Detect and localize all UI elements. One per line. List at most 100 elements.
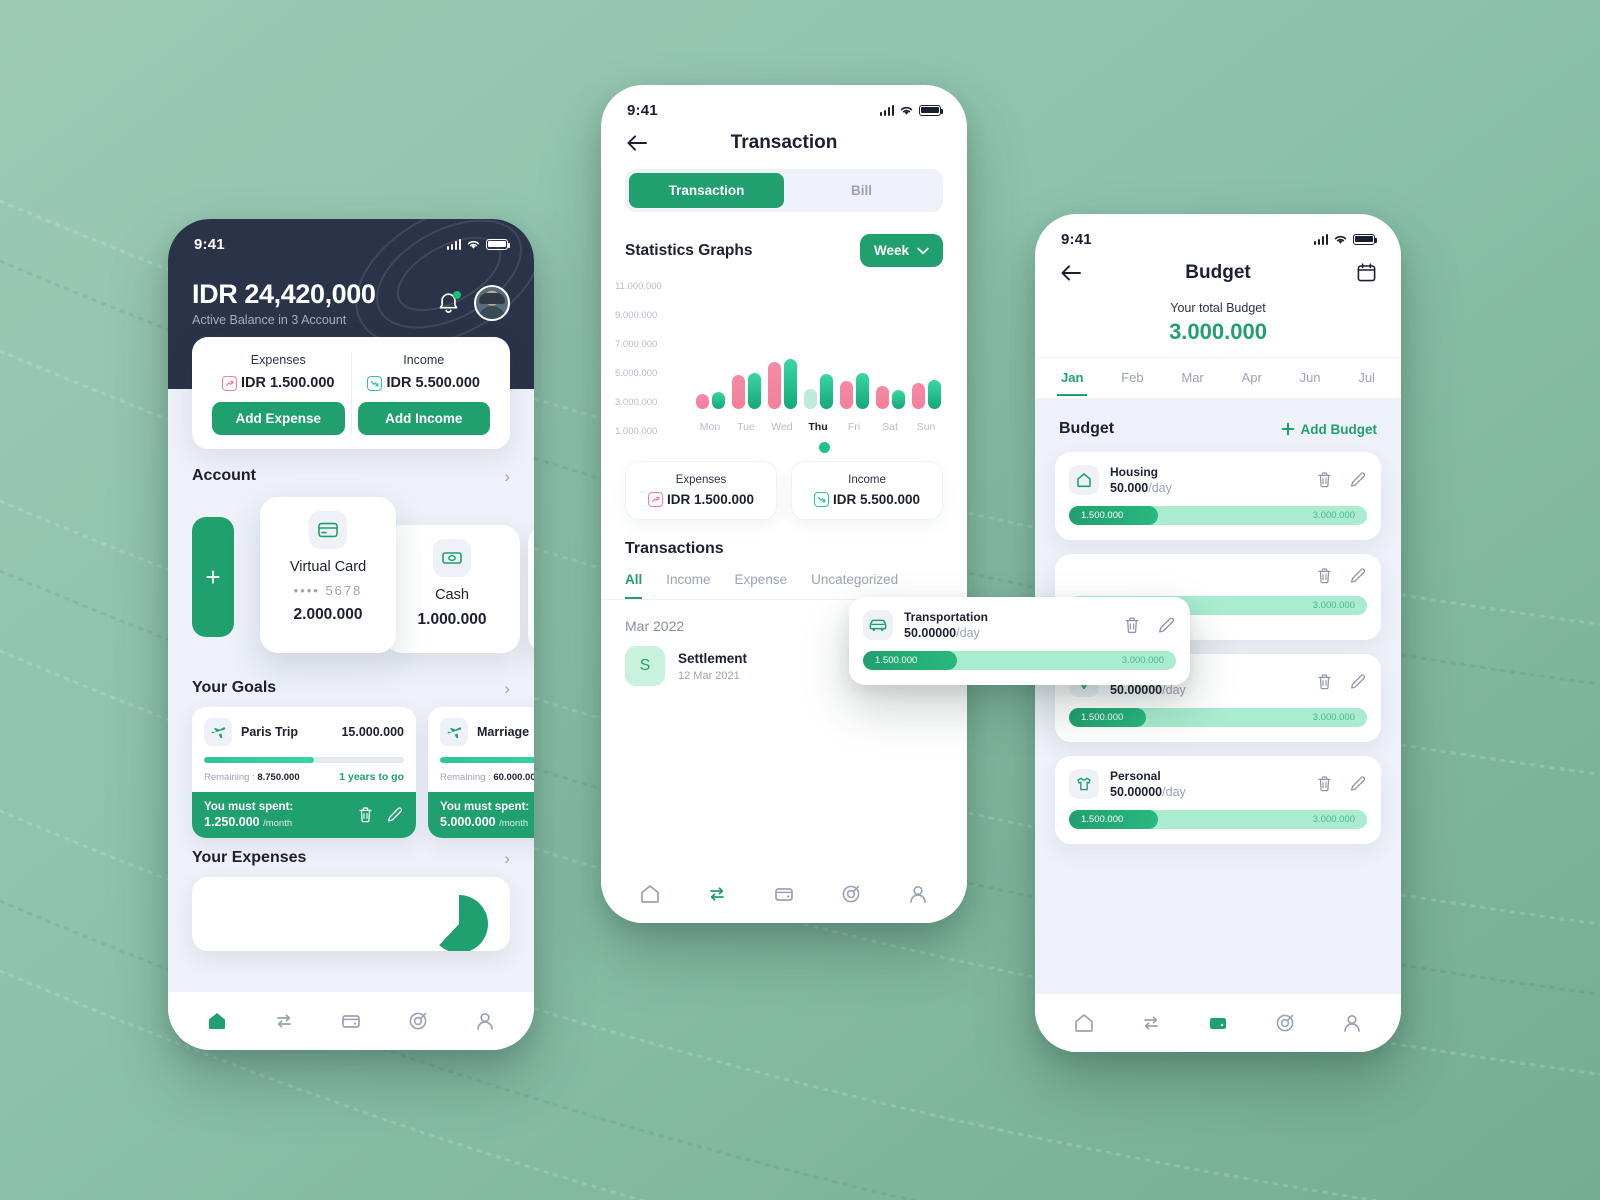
chart-x-label: Wed xyxy=(771,421,793,433)
delete-icon[interactable] xyxy=(1316,673,1333,691)
tab-uncategorized[interactable]: Uncategorized xyxy=(811,572,898,599)
budget-item-personal[interactable]: Personal 50.00000/day 1.500.000 3.000.00… xyxy=(1055,756,1381,844)
add-budget-label: Add Budget xyxy=(1300,421,1378,437)
chart-x-label: Tue xyxy=(737,421,755,433)
range-selector[interactable]: Week xyxy=(859,234,943,267)
edit-icon[interactable] xyxy=(1349,471,1367,489)
nav-wallet-icon[interactable] xyxy=(1207,1012,1229,1034)
delete-icon[interactable] xyxy=(1316,471,1333,489)
nav-transfer-icon[interactable] xyxy=(1140,1012,1162,1034)
goal-name: Paris Trip xyxy=(241,725,298,739)
trend-down-icon xyxy=(367,375,383,391)
trend-up-icon xyxy=(221,375,237,391)
chevron-right-icon[interactable]: › xyxy=(504,468,510,485)
nav-home-icon[interactable] xyxy=(639,883,661,905)
account-card-wallet[interactable]: W xyxy=(528,525,534,653)
month-tab-mar[interactable]: Mar xyxy=(1177,358,1207,396)
chart-bar-expenses xyxy=(839,380,853,409)
nav-home-icon[interactable] xyxy=(206,1010,228,1032)
nav-wallet-icon[interactable] xyxy=(773,883,795,905)
chart-bar-expenses xyxy=(731,375,745,409)
tab-all[interactable]: All xyxy=(625,572,643,599)
y-tick: 5.000.000 xyxy=(615,368,658,379)
nav-wallet-icon[interactable] xyxy=(340,1010,362,1032)
notification-button[interactable] xyxy=(437,290,461,316)
nav-home-icon[interactable] xyxy=(1073,1012,1095,1034)
chevron-right-icon[interactable]: › xyxy=(504,680,510,697)
nav-profile-icon[interactable] xyxy=(1341,1012,1363,1034)
budget-progress-bar: 1.500.000 3.000.000 xyxy=(863,651,1176,670)
delete-icon[interactable] xyxy=(1123,616,1141,635)
month-tab-jul[interactable]: Jul xyxy=(1354,358,1379,396)
floating-budget-item-transportation[interactable]: Transportation 50.00000/day 1.500.000 3.… xyxy=(849,597,1190,685)
delete-icon[interactable] xyxy=(357,806,374,824)
nav-transfer-icon[interactable] xyxy=(706,883,728,905)
airplane-icon xyxy=(204,718,232,746)
avatar[interactable] xyxy=(474,285,510,321)
goal-progress-bar xyxy=(440,757,534,763)
nav-target-icon[interactable] xyxy=(407,1010,429,1032)
nav-profile-icon[interactable] xyxy=(907,883,929,905)
chart-bar-group xyxy=(909,379,943,409)
budget-per-day: 50.00000/day xyxy=(1110,683,1186,697)
back-button[interactable] xyxy=(625,133,649,153)
nav-profile-icon[interactable] xyxy=(474,1010,496,1032)
budget-name: Transportation xyxy=(904,610,989,624)
account-card-cash[interactable]: Cash 1.000.000 xyxy=(384,525,520,653)
budget-header: Budget xyxy=(1035,254,1401,295)
nav-transfer-icon[interactable] xyxy=(273,1010,295,1032)
add-income-button[interactable]: Add Income xyxy=(357,402,490,435)
tab-transaction[interactable]: Transaction xyxy=(629,173,784,208)
goal-progress-bar xyxy=(204,757,404,763)
goal-name: Marriage xyxy=(477,725,530,739)
edit-icon[interactable] xyxy=(386,806,404,824)
chart-bar-group xyxy=(693,392,727,409)
account-mask: •••• 5678 xyxy=(293,583,363,598)
edit-icon[interactable] xyxy=(1349,673,1367,691)
edit-icon[interactable] xyxy=(1157,616,1176,635)
budget-spent: 1.500.000 xyxy=(1081,510,1124,521)
income-amount: IDR 5.500.000 xyxy=(832,492,921,507)
budget-item-housing[interactable]: Housing 50.000/day 1.500.000 3.000.000 xyxy=(1055,452,1381,540)
account-name: Virtual Card xyxy=(289,559,367,575)
expenses-chart-card[interactable] xyxy=(192,877,510,951)
goals-section-title: Your Goals xyxy=(192,679,277,696)
transaction-header: Transaction xyxy=(601,125,967,165)
tab-bill[interactable]: Bill xyxy=(784,173,939,208)
tab-income[interactable]: Income xyxy=(666,572,710,599)
delete-icon[interactable] xyxy=(1316,567,1333,585)
goal-must-label: You must spent: xyxy=(440,801,530,813)
account-card-virtual-card[interactable]: Virtual Card •••• 5678 2.000.000 xyxy=(260,497,396,653)
chart-x-label: Fri xyxy=(847,421,861,433)
statistics-chart: 11.000.000 9.000.000 7.000.000 5.000.000… xyxy=(615,277,953,455)
nav-target-icon[interactable] xyxy=(1274,1012,1296,1034)
edit-icon[interactable] xyxy=(1349,567,1367,585)
tab-expense[interactable]: Expense xyxy=(735,572,788,599)
income-summary: Income IDR 5.500.000 Add Income xyxy=(350,353,497,435)
chart-bar-income xyxy=(855,373,869,409)
back-button[interactable] xyxy=(1059,263,1083,283)
edit-icon[interactable] xyxy=(1349,775,1367,793)
month-tab-jun[interactable]: Jun xyxy=(1296,358,1325,396)
budget-cap: 3.000.000 xyxy=(1312,712,1355,723)
calendar-icon[interactable] xyxy=(1356,262,1377,283)
month-tab-jan[interactable]: Jan xyxy=(1057,358,1088,396)
chart-bar-group xyxy=(765,358,799,409)
month-tab-feb[interactable]: Feb xyxy=(1117,358,1147,396)
goal-card[interactable]: Marriage Remaining : 60.000.000 1 ye You… xyxy=(428,707,534,838)
account-amount: 2.000.000 xyxy=(293,606,363,623)
y-tick: 1.000.000 xyxy=(615,426,658,437)
month-tab-apr[interactable]: Apr xyxy=(1238,358,1266,396)
budget-cap: 3.000.000 xyxy=(1312,814,1355,825)
chevron-right-icon[interactable]: › xyxy=(504,850,510,867)
add-budget-button[interactable]: Add Budget xyxy=(1281,421,1378,437)
y-tick: 3.000.000 xyxy=(615,397,658,408)
add-account-button[interactable]: + xyxy=(192,517,234,637)
delete-icon[interactable] xyxy=(1316,775,1333,793)
y-tick: 7.000.000 xyxy=(615,339,658,350)
nav-target-icon[interactable] xyxy=(840,883,862,905)
month-tabs: Jan Feb Mar Apr Jun Jul xyxy=(1035,357,1401,396)
goal-target: 15.000.000 xyxy=(341,725,404,739)
goal-card[interactable]: Paris Trip 15.000.000 Remaining : 8.750.… xyxy=(192,707,416,838)
add-expense-button[interactable]: Add Expense xyxy=(212,402,345,435)
